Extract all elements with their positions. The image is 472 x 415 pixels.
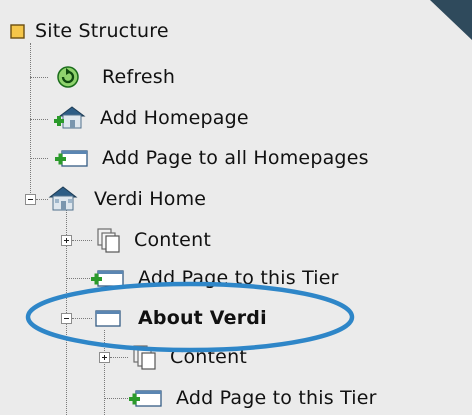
tree-item-label: Add Page to this Tier	[176, 387, 377, 409]
tree-item-content[interactable]: Content	[94, 223, 211, 257]
tree-item-label: Add Page to all Homepages	[102, 147, 369, 169]
tree-guide-line	[30, 119, 48, 120]
tree-guide-line	[104, 398, 128, 399]
collapse-toggle-about-verdi[interactable]	[61, 313, 72, 324]
page-icon	[95, 310, 121, 327]
tree-root-label: Site Structure	[35, 20, 169, 42]
home-icon	[48, 186, 78, 211]
expand-toggle-about-content[interactable]	[99, 352, 110, 363]
tree-item-label: Content	[134, 229, 211, 251]
tree-item-add-homepage[interactable]: Add Homepage	[50, 101, 249, 135]
site-structure-panel: Site Structure Refresh Add Homepage Add …	[0, 0, 472, 415]
tree-guide-line	[104, 330, 105, 415]
add-page-icon	[91, 270, 124, 287]
add-homepage-icon	[54, 106, 86, 129]
tree-guide-line	[72, 240, 92, 241]
tree-item-label: Add Homepage	[100, 107, 249, 129]
tree-item-add-page-to-this-tier[interactable]: Add Page to this Tier	[126, 381, 377, 415]
tree-guide-line	[30, 158, 48, 159]
tree-item-label: Add Page to this Tier	[138, 267, 339, 289]
tree-item-label: About Verdi	[138, 307, 267, 329]
content-pages-icon	[97, 228, 120, 253]
add-page-icon	[129, 390, 162, 407]
refresh-icon	[57, 66, 79, 88]
add-page-icon	[55, 150, 88, 167]
tree-item-verdi-home[interactable]: Verdi Home	[44, 182, 206, 216]
tree-guide-line	[110, 357, 128, 358]
tree-item-about-verdi[interactable]: About Verdi	[94, 301, 267, 335]
content-pages-icon	[133, 345, 156, 370]
folder-square-icon	[10, 23, 25, 39]
tree-guide-line	[72, 318, 92, 319]
tree-item-label: Refresh	[102, 66, 176, 88]
corner-decoration	[430, 0, 472, 40]
tree-item-label: Content	[170, 346, 247, 368]
tree-root-site-structure[interactable]: Site Structure	[10, 14, 169, 48]
collapse-toggle-verdi-home[interactable]	[25, 194, 36, 205]
tree-item-add-page-to-all-homepages[interactable]: Add Page to all Homepages	[52, 141, 369, 175]
tree-item-label: Verdi Home	[94, 188, 207, 210]
tree-item-about-content[interactable]: Content	[130, 340, 247, 374]
tree-item-refresh[interactable]: Refresh	[54, 60, 175, 94]
tree-item-add-page-to-this-tier[interactable]: Add Page to this Tier	[88, 261, 339, 295]
tree-guide-line	[30, 77, 48, 78]
expand-toggle-content[interactable]	[61, 235, 72, 246]
